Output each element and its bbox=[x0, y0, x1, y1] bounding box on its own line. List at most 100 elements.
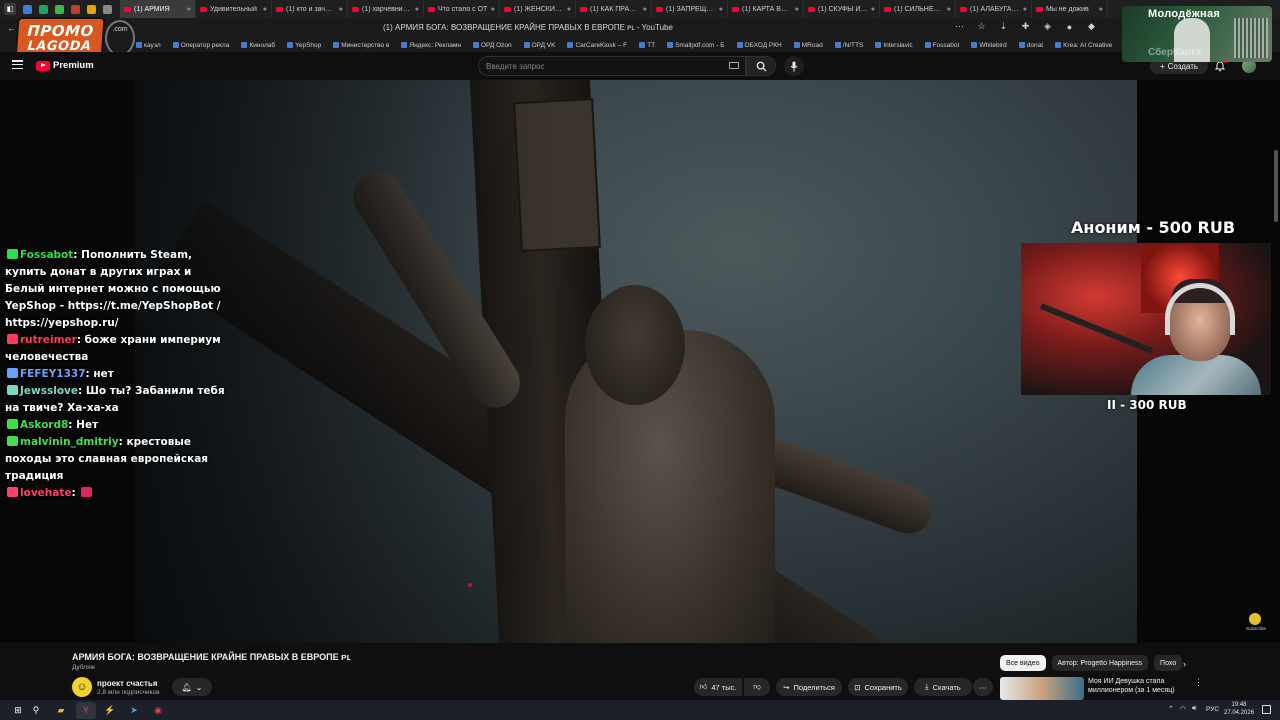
bookmark-item[interactable]: TT bbox=[639, 42, 655, 49]
bookmark-item[interactable]: donat bbox=[1018, 42, 1043, 49]
tab-close-icon[interactable]: ● bbox=[1099, 6, 1103, 13]
keyboard-icon[interactable] bbox=[729, 62, 739, 69]
bookmark-item[interactable]: Smallpdf.com - Б bbox=[667, 42, 725, 49]
page-scrollbar[interactable] bbox=[1274, 150, 1278, 222]
tray-volume-icon[interactable]: 🔊︎ bbox=[1192, 705, 1196, 713]
bookmark-item[interactable]: ОРД Ozon bbox=[472, 42, 512, 49]
dislike-button[interactable]: 👎︎ bbox=[744, 678, 770, 696]
bookmark-item[interactable]: Whitebird bbox=[971, 42, 1007, 49]
bookmark-item[interactable]: ОРД VK bbox=[523, 42, 555, 49]
bookmark-item[interactable]: Fossabot bbox=[924, 42, 959, 49]
tray-chevron-up-icon[interactable]: ⌃ bbox=[1168, 705, 1174, 713]
bookmark-item[interactable]: /N/TTS bbox=[834, 42, 863, 49]
voice-search-button[interactable] bbox=[784, 56, 804, 76]
video-player[interactable]: Fossabot: Пополнить Steam, купить донат … bbox=[0, 80, 1280, 643]
security-shield-icon[interactable]: ◈ bbox=[1042, 21, 1053, 32]
filter-chip[interactable]: Все видео bbox=[1000, 655, 1046, 671]
subscribe-watermark-icon[interactable] bbox=[1249, 613, 1261, 625]
browser-tab[interactable]: (1) КАРТА ВЕЛИ ● bbox=[728, 0, 804, 18]
browser-tab-label: (1) КАК ПРАНКИ bbox=[590, 5, 640, 13]
input-language[interactable]: РУС bbox=[1206, 706, 1219, 713]
share-button[interactable]: ↪ Поделиться bbox=[776, 678, 842, 696]
browser-tab[interactable]: (1) СКУФЫ ИЗ Б ● bbox=[804, 0, 880, 18]
recommended-more-icon[interactable]: ⋮ bbox=[1194, 677, 1203, 688]
browser-tab[interactable]: Удивительный ● bbox=[196, 0, 272, 18]
back-arrow-icon[interactable]: ← bbox=[6, 22, 17, 33]
pinned-tab-red-icon[interactable] bbox=[71, 4, 80, 14]
tab-close-icon[interactable]: ● bbox=[263, 6, 267, 13]
recommended-video-thumbnail[interactable] bbox=[1000, 677, 1084, 700]
like-button[interactable]: 👍︎ 47 тыс. bbox=[694, 678, 742, 696]
tab-close-icon[interactable]: ● bbox=[795, 6, 799, 13]
browser-tab[interactable]: (1) КАК ПРАНКИ ● bbox=[576, 0, 652, 18]
browser-tab[interactable]: Мы не дожив ● bbox=[1032, 0, 1108, 18]
tab-close-icon[interactable]: ● bbox=[643, 6, 647, 13]
browser-menu-icon[interactable]: ◧ bbox=[4, 3, 16, 15]
tab-close-icon[interactable]: ● bbox=[719, 6, 723, 13]
more-dots-icon[interactable]: ⋯ bbox=[954, 21, 965, 32]
extension-icon[interactable]: ✚ bbox=[1020, 21, 1031, 32]
tab-close-icon[interactable]: ● bbox=[339, 6, 343, 13]
bookmark-icon[interactable]: ☆ bbox=[976, 21, 987, 32]
pinned-tab-sheets-icon[interactable] bbox=[39, 4, 48, 14]
filter-chip[interactable]: Похо bbox=[1154, 655, 1183, 671]
taskbar-search-icon[interactable]: ⚲ bbox=[30, 704, 42, 716]
notification-center-icon[interactable] bbox=[1262, 705, 1271, 714]
tab-close-icon[interactable]: ● bbox=[567, 6, 571, 13]
profile-icon[interactable]: ● bbox=[1064, 21, 1075, 32]
tab-close-icon[interactable]: ● bbox=[947, 6, 951, 13]
system-clock[interactable]: 19:48 27.04.2026 bbox=[1224, 701, 1254, 717]
download-arrow-icon[interactable]: ⇣ bbox=[998, 21, 1009, 32]
bookmark-item[interactable]: Krea: AI Creative bbox=[1055, 42, 1112, 49]
pinned-tab-app-icon[interactable] bbox=[55, 4, 64, 14]
bookmark-item[interactable]: кауэл bbox=[136, 42, 161, 49]
bookmark-item[interactable]: Оператор рекла bbox=[172, 42, 229, 49]
puzzle-icon[interactable]: ◆ bbox=[1086, 21, 1097, 32]
channel-avatar[interactable]: ☺ bbox=[72, 677, 92, 697]
app-lightning-icon[interactable]: ⚡ bbox=[104, 704, 116, 716]
bookmark-item[interactable]: Яндекс: Рекламн bbox=[401, 42, 461, 49]
subscribe-notifications-button[interactable]: 🔔︎ ⌄ bbox=[172, 678, 212, 696]
tab-close-icon[interactable]: ● bbox=[871, 6, 875, 13]
bookmark-item[interactable]: YepShop bbox=[287, 42, 321, 49]
browser-tab[interactable]: (1) АРМИЯ ● bbox=[120, 0, 196, 18]
browser-tab[interactable]: Что стало с ОТ ● bbox=[424, 0, 500, 18]
bookmark-item[interactable]: CarCareKiosk – F bbox=[567, 42, 627, 49]
bookmark-item[interactable]: MRoad bbox=[793, 42, 823, 49]
tab-close-icon[interactable]: ● bbox=[187, 6, 191, 13]
windows-start-icon[interactable]: ⊞ bbox=[12, 704, 24, 716]
tab-close-icon[interactable]: ● bbox=[1023, 6, 1027, 13]
channel-name[interactable]: проект счастья bbox=[97, 679, 158, 688]
filter-chip[interactable]: Автор: Progetto Happiness bbox=[1051, 655, 1149, 671]
pinned-tab-yellow-icon[interactable] bbox=[87, 4, 96, 14]
like-count: 47 тыс. bbox=[711, 682, 737, 692]
recommended-video-title[interactable]: Моя ИИ Девушка стала миллионером (за 1 м… bbox=[1088, 677, 1184, 695]
more-actions-button[interactable]: ⋯ bbox=[973, 678, 993, 696]
browser-tab[interactable]: (1) АЛАБУГА УН ● bbox=[956, 0, 1032, 18]
bookmark-item[interactable]: Кинолаб bbox=[241, 42, 275, 49]
hamburger-menu-icon[interactable] bbox=[12, 60, 23, 69]
tray-wifi-icon[interactable]: ◠ bbox=[1180, 705, 1186, 713]
download-button[interactable]: ⤓ Скачать bbox=[914, 678, 972, 696]
save-button[interactable]: ⊡ Сохранить bbox=[848, 678, 908, 696]
browser-tab[interactable]: (1) ЖЕНСКИЙ С ● bbox=[500, 0, 576, 18]
bookmark-item[interactable]: Interslavic bbox=[875, 42, 913, 49]
tab-close-icon[interactable]: ● bbox=[491, 6, 495, 13]
browser-tab[interactable]: (1) кто и зачем со● bbox=[272, 0, 348, 18]
browser-tab[interactable]: (1) ЗАПРЕЩЁНК ● bbox=[652, 0, 728, 18]
file-explorer-icon[interactable]: ▰ bbox=[55, 704, 67, 716]
pinned-tab-gray-icon[interactable] bbox=[103, 4, 112, 14]
recorder-icon[interactable]: ◉ bbox=[152, 704, 164, 716]
bookmark-item[interactable]: Министерство в bbox=[333, 42, 389, 49]
yandex-browser-icon[interactable]: Y bbox=[80, 704, 92, 716]
pinned-tab-trello-icon[interactable] bbox=[23, 4, 32, 14]
bookmark-item[interactable]: ОБХОД РКН bbox=[736, 42, 782, 49]
chips-next-chevron-icon[interactable]: › bbox=[1183, 659, 1186, 669]
search-button[interactable] bbox=[746, 56, 776, 76]
telegram-icon[interactable]: ➤ bbox=[128, 704, 140, 716]
youtube-logo[interactable]: Premium bbox=[36, 60, 94, 71]
search-input[interactable]: Введите запрос bbox=[478, 56, 746, 76]
tab-close-icon[interactable]: ● bbox=[415, 6, 419, 13]
browser-tab[interactable]: (1) СИЛЬНЕЙШ ● bbox=[880, 0, 956, 18]
browser-tab[interactable]: (1) харчевников ● bbox=[348, 0, 424, 18]
